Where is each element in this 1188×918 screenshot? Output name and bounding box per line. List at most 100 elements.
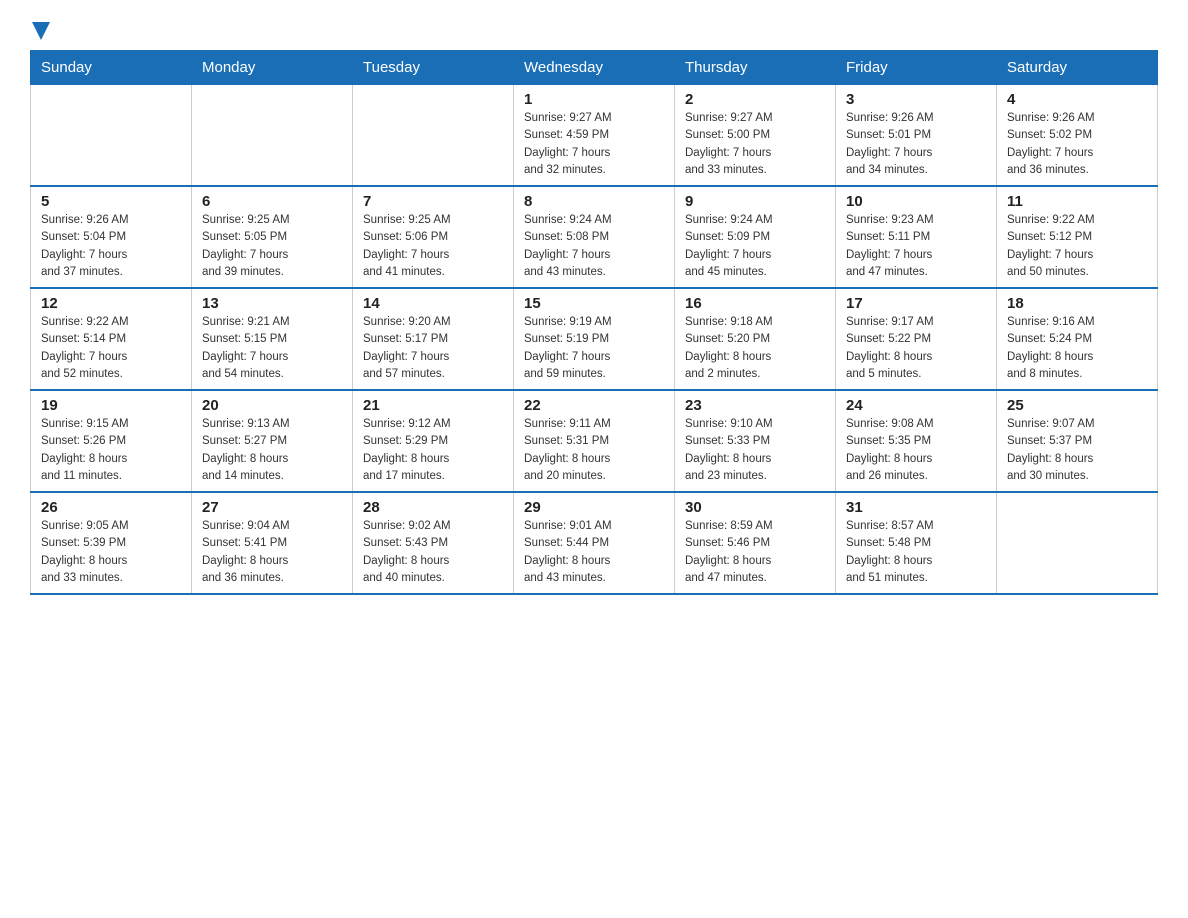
logo	[30, 20, 50, 40]
weekday-header-thursday: Thursday	[675, 51, 836, 85]
week-row-5: 26 Sunrise: 9:05 AM Sunset: 5:39 PM Dayli…	[31, 492, 1158, 594]
calendar-cell: 19 Sunrise: 9:15 AM Sunset: 5:26 PM Dayli…	[31, 390, 192, 492]
calendar-cell: 18 Sunrise: 9:16 AM Sunset: 5:24 PM Dayli…	[997, 288, 1158, 390]
day-number: 14	[363, 295, 503, 312]
calendar-cell	[997, 492, 1158, 594]
calendar-cell: 8 Sunrise: 9:24 AM Sunset: 5:08 PM Daylig…	[514, 186, 675, 288]
day-number: 24	[846, 397, 986, 414]
day-info: Sunrise: 9:12 AM Sunset: 5:29 PM Dayligh…	[363, 416, 503, 485]
day-number: 21	[363, 397, 503, 414]
day-info: Sunrise: 9:13 AM Sunset: 5:27 PM Dayligh…	[202, 416, 342, 485]
day-number: 27	[202, 499, 342, 516]
day-info: Sunrise: 9:15 AM Sunset: 5:26 PM Dayligh…	[41, 416, 181, 485]
day-info: Sunrise: 9:18 AM Sunset: 5:20 PM Dayligh…	[685, 314, 825, 383]
page-header	[30, 20, 1158, 40]
day-info: Sunrise: 9:23 AM Sunset: 5:11 PM Dayligh…	[846, 212, 986, 281]
day-info: Sunrise: 9:20 AM Sunset: 5:17 PM Dayligh…	[363, 314, 503, 383]
logo-triangle-icon	[32, 22, 50, 40]
day-info: Sunrise: 9:11 AM Sunset: 5:31 PM Dayligh…	[524, 416, 664, 485]
calendar-cell: 25 Sunrise: 9:07 AM Sunset: 5:37 PM Dayli…	[997, 390, 1158, 492]
calendar-cell: 29 Sunrise: 9:01 AM Sunset: 5:44 PM Dayli…	[514, 492, 675, 594]
week-row-4: 19 Sunrise: 9:15 AM Sunset: 5:26 PM Dayli…	[31, 390, 1158, 492]
day-number: 11	[1007, 193, 1147, 210]
day-info: Sunrise: 9:24 AM Sunset: 5:09 PM Dayligh…	[685, 212, 825, 281]
calendar-cell: 9 Sunrise: 9:24 AM Sunset: 5:09 PM Daylig…	[675, 186, 836, 288]
calendar-cell: 21 Sunrise: 9:12 AM Sunset: 5:29 PM Dayli…	[353, 390, 514, 492]
day-number: 17	[846, 295, 986, 312]
day-number: 31	[846, 499, 986, 516]
day-number: 28	[363, 499, 503, 516]
calendar-cell: 6 Sunrise: 9:25 AM Sunset: 5:05 PM Daylig…	[192, 186, 353, 288]
calendar-cell: 4 Sunrise: 9:26 AM Sunset: 5:02 PM Daylig…	[997, 85, 1158, 187]
day-info: Sunrise: 9:05 AM Sunset: 5:39 PM Dayligh…	[41, 518, 181, 587]
week-row-3: 12Sunrise: 9:22 AM Sunset: 5:14 PM Dayli…	[31, 288, 1158, 390]
calendar-cell: 15 Sunrise: 9:19 AM Sunset: 5:19 PM Dayli…	[514, 288, 675, 390]
day-number: 26	[41, 499, 181, 516]
calendar-cell: 14 Sunrise: 9:20 AM Sunset: 5:17 PM Dayli…	[353, 288, 514, 390]
weekday-header-tuesday: Tuesday	[353, 51, 514, 85]
day-number: 16	[685, 295, 825, 312]
day-number: 4	[1007, 91, 1147, 108]
day-info: Sunrise: 9:16 AM Sunset: 5:24 PM Dayligh…	[1007, 314, 1147, 383]
day-number: 6	[202, 193, 342, 210]
weekday-header-monday: Monday	[192, 51, 353, 85]
calendar-cell: 20 Sunrise: 9:13 AM Sunset: 5:27 PM Dayli…	[192, 390, 353, 492]
day-info: Sunrise: 9:26 AM Sunset: 5:01 PM Dayligh…	[846, 110, 986, 179]
day-info: Sunrise: 9:01 AM Sunset: 5:44 PM Dayligh…	[524, 518, 664, 587]
calendar-cell	[353, 85, 514, 187]
week-row-1: 1 Sunrise: 9:27 AM Sunset: 4:59 PM Daylig…	[31, 85, 1158, 187]
calendar-cell: 27 Sunrise: 9:04 AM Sunset: 5:41 PM Dayli…	[192, 492, 353, 594]
day-number: 22	[524, 397, 664, 414]
day-info: Sunrise: 9:24 AM Sunset: 5:08 PM Dayligh…	[524, 212, 664, 281]
day-info: Sunrise: 9:22 AM Sunset: 5:14 PM Dayligh…	[41, 314, 181, 383]
calendar-cell: 3 Sunrise: 9:26 AM Sunset: 5:01 PM Daylig…	[836, 85, 997, 187]
day-info: Sunrise: 9:10 AM Sunset: 5:33 PM Dayligh…	[685, 416, 825, 485]
day-info: Sunrise: 9:04 AM Sunset: 5:41 PM Dayligh…	[202, 518, 342, 587]
calendar-cell: 11Sunrise: 9:22 AM Sunset: 5:12 PM Dayli…	[997, 186, 1158, 288]
day-number: 1	[524, 91, 664, 108]
calendar-cell: 13 Sunrise: 9:21 AM Sunset: 5:15 PM Dayli…	[192, 288, 353, 390]
day-info: Sunrise: 9:25 AM Sunset: 5:06 PM Dayligh…	[363, 212, 503, 281]
day-number: 10	[846, 193, 986, 210]
day-info: Sunrise: 9:26 AM Sunset: 5:02 PM Dayligh…	[1007, 110, 1147, 179]
calendar-cell: 28 Sunrise: 9:02 AM Sunset: 5:43 PM Dayli…	[353, 492, 514, 594]
day-number: 23	[685, 397, 825, 414]
day-info: Sunrise: 9:07 AM Sunset: 5:37 PM Dayligh…	[1007, 416, 1147, 485]
day-number: 5	[41, 193, 181, 210]
calendar-cell: 17 Sunrise: 9:17 AM Sunset: 5:22 PM Dayli…	[836, 288, 997, 390]
calendar-cell: 16 Sunrise: 9:18 AM Sunset: 5:20 PM Dayli…	[675, 288, 836, 390]
calendar-cell	[31, 85, 192, 187]
calendar-cell: 7 Sunrise: 9:25 AM Sunset: 5:06 PM Daylig…	[353, 186, 514, 288]
day-number: 3	[846, 91, 986, 108]
calendar-cell: 2 Sunrise: 9:27 AM Sunset: 5:00 PM Daylig…	[675, 85, 836, 187]
calendar-cell: 30Sunrise: 8:59 AM Sunset: 5:46 PM Dayli…	[675, 492, 836, 594]
day-number: 13	[202, 295, 342, 312]
day-info: Sunrise: 9:19 AM Sunset: 5:19 PM Dayligh…	[524, 314, 664, 383]
day-number: 15	[524, 295, 664, 312]
day-info: Sunrise: 9:17 AM Sunset: 5:22 PM Dayligh…	[846, 314, 986, 383]
day-number: 29	[524, 499, 664, 516]
day-number: 7	[363, 193, 503, 210]
calendar-cell: 26 Sunrise: 9:05 AM Sunset: 5:39 PM Dayli…	[31, 492, 192, 594]
day-info: Sunrise: 8:57 AM Sunset: 5:48 PM Dayligh…	[846, 518, 986, 587]
day-number: 2	[685, 91, 825, 108]
day-info: Sunrise: 9:27 AM Sunset: 4:59 PM Dayligh…	[524, 110, 664, 179]
day-number: 20	[202, 397, 342, 414]
calendar-cell	[192, 85, 353, 187]
day-number: 8	[524, 193, 664, 210]
weekday-header-sunday: Sunday	[31, 51, 192, 85]
weekday-header-friday: Friday	[836, 51, 997, 85]
calendar-table: SundayMondayTuesdayWednesdayThursdayFrid…	[30, 50, 1158, 595]
calendar-cell: 12Sunrise: 9:22 AM Sunset: 5:14 PM Dayli…	[31, 288, 192, 390]
day-number: 19	[41, 397, 181, 414]
calendar-cell: 22 Sunrise: 9:11 AM Sunset: 5:31 PM Dayli…	[514, 390, 675, 492]
day-info: Sunrise: 9:21 AM Sunset: 5:15 PM Dayligh…	[202, 314, 342, 383]
calendar-cell: 31 Sunrise: 8:57 AM Sunset: 5:48 PM Dayli…	[836, 492, 997, 594]
day-info: Sunrise: 9:27 AM Sunset: 5:00 PM Dayligh…	[685, 110, 825, 179]
day-number: 18	[1007, 295, 1147, 312]
day-info: Sunrise: 9:25 AM Sunset: 5:05 PM Dayligh…	[202, 212, 342, 281]
day-number: 9	[685, 193, 825, 210]
day-number: 25	[1007, 397, 1147, 414]
day-info: Sunrise: 9:02 AM Sunset: 5:43 PM Dayligh…	[363, 518, 503, 587]
calendar-cell: 1 Sunrise: 9:27 AM Sunset: 4:59 PM Daylig…	[514, 85, 675, 187]
